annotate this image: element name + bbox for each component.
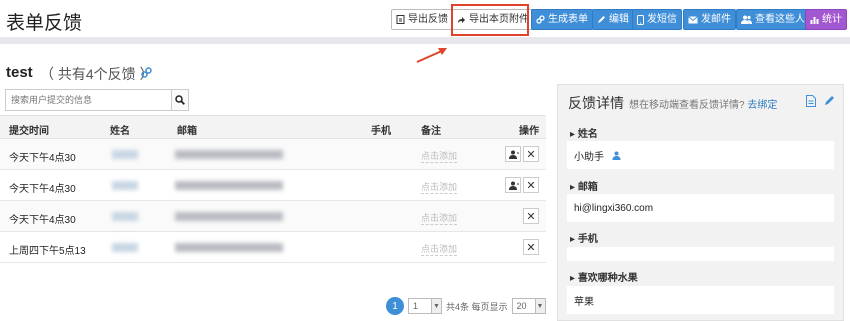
submit-time: 今天下午4点30 xyxy=(9,153,76,164)
feedback-table: 提交时间 姓名 邮箱 手机 备注 操作 今天下午4点30 点击添加 ✕ 今天下午… xyxy=(0,115,546,263)
annotation-arrow-icon xyxy=(416,48,447,63)
search-box xyxy=(5,89,189,111)
feedback-count: （ 共有4个反馈 ） xyxy=(40,66,154,82)
chevron-down-icon: ▼ xyxy=(534,299,545,313)
stats-button[interactable]: 统计 xyxy=(805,9,847,30)
close-icon: ✕ xyxy=(526,241,536,254)
header-phone: 手机 xyxy=(371,126,391,137)
note-add-link[interactable]: 点击添加 xyxy=(421,242,458,256)
highlight-box xyxy=(451,4,529,36)
view-user-button[interactable] xyxy=(505,146,521,162)
field-value-phone xyxy=(567,247,834,261)
envelope-icon xyxy=(688,15,698,23)
page-title: 表单反馈 xyxy=(6,13,83,34)
pencil-icon[interactable] xyxy=(824,95,835,106)
table-header: 提交时间 姓名 邮箱 手机 备注 操作 xyxy=(0,115,546,139)
pagination: 1 1 ▼ 共4条 每页显示 20 ▼ xyxy=(386,297,546,315)
field-label-fruit: ▸ 喜欢哪种水果 xyxy=(570,273,638,284)
field-label-email: ▸ 邮箱 xyxy=(570,182,598,193)
table-body: 今天下午4点30 点击添加 ✕ 今天下午4点30 点击添加 ✕ 今天下午4点30… xyxy=(0,139,546,263)
close-icon: ✕ xyxy=(526,148,536,161)
form-name: test xyxy=(6,64,33,81)
pagination-summary: 共4条 每页显示 xyxy=(446,301,508,312)
top-bar: 表单反馈 导出反馈 导出本页附件 生成表单 编辑 发短信 发邮件 查看这些人 统… xyxy=(0,0,850,38)
table-row[interactable]: 今天下午4点30 点击添加 ✕ xyxy=(0,170,546,201)
email-blurred xyxy=(175,181,283,190)
detail-subtitle: 想在移动端查看反馈详情? 去绑定 xyxy=(629,100,778,111)
name-blurred xyxy=(112,212,138,221)
note-add-link[interactable]: 点击添加 xyxy=(421,180,458,194)
delete-button[interactable]: ✕ xyxy=(523,239,539,255)
document-icon[interactable] xyxy=(806,95,816,107)
field-value-name: 小助手 xyxy=(567,141,834,169)
page-size-select[interactable]: 20 ▼ xyxy=(511,298,546,314)
field-value-fruit: 苹果 xyxy=(567,286,834,314)
send-sms-button[interactable]: 发短信 xyxy=(632,9,682,30)
name-blurred xyxy=(112,243,138,252)
search-icon xyxy=(175,95,185,105)
delete-button[interactable]: ✕ xyxy=(523,177,539,193)
header-time: 提交时间 xyxy=(9,126,49,137)
chevron-down-icon: ▼ xyxy=(431,299,441,313)
submit-time: 今天下午4点30 xyxy=(9,215,76,226)
note-add-link[interactable]: 点击添加 xyxy=(421,211,458,225)
email-blurred xyxy=(175,243,283,252)
export-feedback-button[interactable]: 导出反馈 xyxy=(391,9,453,30)
email-blurred xyxy=(175,150,283,159)
user-icon xyxy=(612,151,621,160)
page-select[interactable]: 1 ▼ xyxy=(408,298,442,314)
document-icon xyxy=(396,15,405,24)
table-row[interactable]: 今天下午4点30 点击添加 ✕ xyxy=(0,201,546,232)
submit-time: 今天下午4点30 xyxy=(9,184,76,195)
field-label-name: ▸ 姓名 xyxy=(570,129,598,140)
send-email-button[interactable]: 发邮件 xyxy=(683,9,736,30)
table-row[interactable]: 上周四下午5点13 点击添加 ✕ xyxy=(0,232,546,263)
form-link-icon[interactable] xyxy=(141,67,152,78)
delete-button[interactable]: ✕ xyxy=(523,146,539,162)
header-divider xyxy=(0,37,850,44)
header-name: 姓名 xyxy=(110,126,130,137)
current-page-button[interactable]: 1 xyxy=(386,297,404,315)
close-icon: ✕ xyxy=(526,179,536,192)
note-add-link[interactable]: 点击添加 xyxy=(421,149,458,163)
search-button[interactable] xyxy=(171,90,188,110)
detail-title: 反馈详情 xyxy=(568,95,624,111)
pencil-icon xyxy=(598,16,605,23)
name-blurred xyxy=(112,181,138,190)
delete-button[interactable]: ✕ xyxy=(523,208,539,224)
bind-link[interactable]: 去绑定 xyxy=(747,100,777,111)
mobile-icon xyxy=(637,14,644,25)
edit-button[interactable]: 编辑 xyxy=(592,9,634,30)
view-user-button[interactable] xyxy=(505,177,521,193)
detail-panel: 反馈详情 想在移动端查看反馈详情? 去绑定 ▸ 姓名 小助手 ▸ 邮箱 hi@l… xyxy=(557,84,844,321)
generate-form-button[interactable]: 生成表单 xyxy=(531,9,593,30)
close-icon: ✕ xyxy=(526,210,536,223)
header-note: 备注 xyxy=(421,126,441,137)
field-value-email: hi@lingxi360.com xyxy=(567,194,834,222)
link-icon xyxy=(536,15,545,24)
header-email: 邮箱 xyxy=(177,126,197,137)
user-icon xyxy=(508,150,519,159)
search-input[interactable] xyxy=(6,90,171,110)
users-icon xyxy=(741,15,752,24)
bar-chart-icon xyxy=(810,17,819,24)
table-row[interactable]: 今天下午4点30 点击添加 ✕ xyxy=(0,139,546,170)
view-people-button[interactable]: 查看这些人 xyxy=(736,9,810,30)
name-blurred xyxy=(112,150,138,159)
header-actions: 操作 xyxy=(519,126,539,137)
submit-time: 上周四下午5点13 xyxy=(9,246,86,257)
user-icon xyxy=(508,181,519,190)
email-blurred xyxy=(175,212,283,221)
field-label-phone: ▸ 手机 xyxy=(570,234,598,245)
